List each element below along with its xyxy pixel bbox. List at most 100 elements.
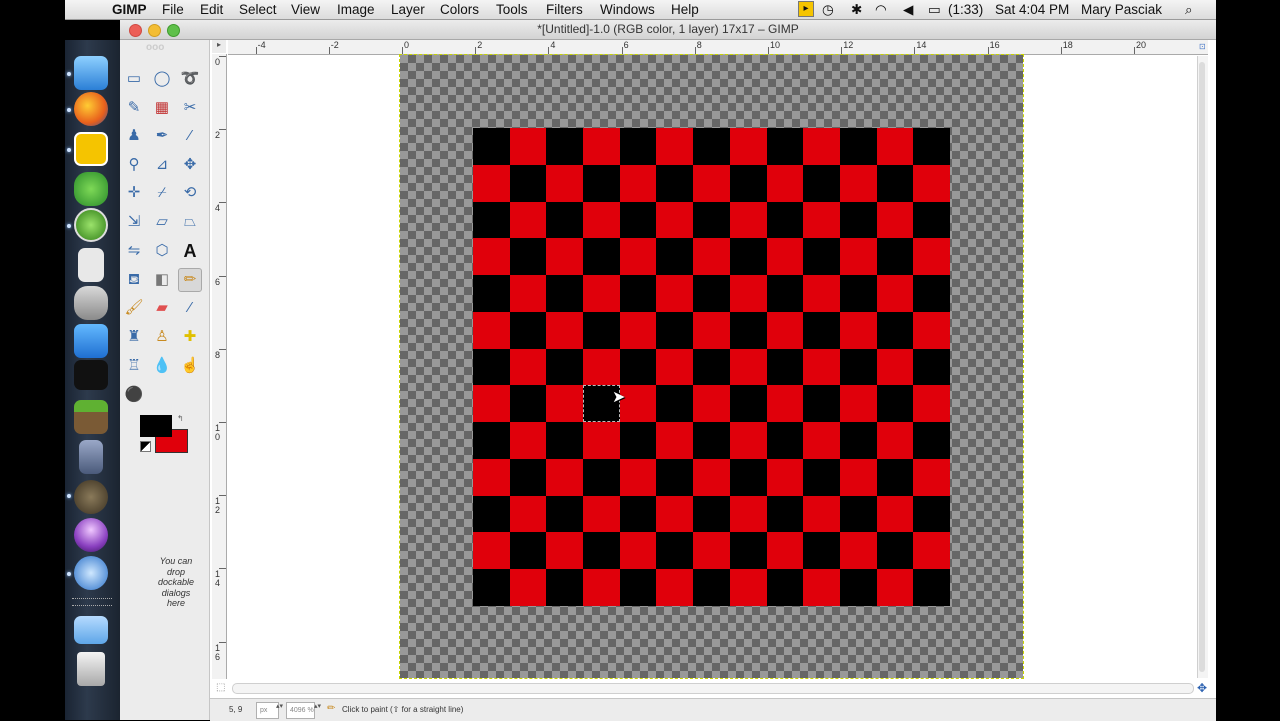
board-cell[interactable] <box>473 385 510 423</box>
board-cell[interactable] <box>583 238 621 276</box>
board-cell[interactable] <box>766 422 804 460</box>
volume-icon[interactable]: ◀ <box>903 2 913 18</box>
board-cell[interactable] <box>729 495 767 533</box>
board-cell[interactable] <box>876 348 914 386</box>
board-cell[interactable] <box>766 275 804 313</box>
battery-icon[interactable]: ▭ <box>928 2 941 18</box>
board-cell[interactable] <box>839 458 877 496</box>
foreground-select-icon[interactable]: ♟ <box>123 125 145 147</box>
board-cell[interactable] <box>619 201 657 239</box>
board-cell[interactable] <box>546 348 584 386</box>
board-cell[interactable] <box>619 164 657 202</box>
checkerboard-image[interactable] <box>473 128 951 607</box>
amazon-mp3-icon[interactable] <box>74 360 108 390</box>
menu-file[interactable]: File <box>162 2 184 17</box>
board-cell[interactable] <box>839 128 877 165</box>
board-cell[interactable] <box>509 275 547 313</box>
database-icon[interactable] <box>74 286 108 320</box>
board-cell[interactable] <box>913 311 951 349</box>
board-cell[interactable] <box>473 569 510 607</box>
board-cell[interactable] <box>619 532 657 570</box>
board-cell[interactable] <box>803 532 841 570</box>
board-cell[interactable] <box>803 164 841 202</box>
board-cell[interactable] <box>546 422 584 460</box>
text-tool-icon[interactable]: A <box>179 240 201 262</box>
board-cell[interactable] <box>656 385 694 423</box>
board-cell[interactable] <box>839 164 877 202</box>
board-cell[interactable] <box>839 422 877 460</box>
board-cell[interactable] <box>509 238 547 276</box>
board-cell[interactable] <box>583 128 621 165</box>
board-cell[interactable] <box>619 238 657 276</box>
move-icon[interactable]: ✥ <box>179 154 201 176</box>
board-cell[interactable] <box>546 311 584 349</box>
board-cell[interactable] <box>839 532 877 570</box>
board-cell[interactable] <box>766 495 804 533</box>
board-cell[interactable] <box>583 495 621 533</box>
board-cell[interactable] <box>803 128 841 165</box>
board-cell[interactable] <box>583 569 621 607</box>
menu-edit[interactable]: Edit <box>200 2 223 17</box>
board-cell[interactable] <box>656 569 694 607</box>
board-cell[interactable] <box>583 532 621 570</box>
gimp-dock-icon[interactable] <box>74 480 108 514</box>
bluetooth-icon[interactable]: ✱ <box>851 2 862 18</box>
menu-layer[interactable]: Layer <box>391 2 425 17</box>
board-cell[interactable] <box>729 348 767 386</box>
board-cell[interactable] <box>656 422 694 460</box>
board-cell[interactable] <box>619 422 657 460</box>
board-cell[interactable] <box>766 238 804 276</box>
board-cell[interactable] <box>619 128 657 165</box>
vertical-scroll-thumb[interactable] <box>1199 62 1205 672</box>
board-cell[interactable] <box>473 458 510 496</box>
clock[interactable]: Sat 4:04 PM <box>995 2 1069 17</box>
board-cell[interactable] <box>729 164 767 202</box>
color-picker-icon[interactable]: ⁄ <box>179 125 201 147</box>
quicktime-icon[interactable] <box>74 556 108 590</box>
board-cell[interactable] <box>656 275 694 313</box>
zoom-icon[interactable]: ⚲ <box>123 154 145 176</box>
board-cell[interactable] <box>473 128 510 165</box>
board-cell[interactable] <box>766 348 804 386</box>
horizontal-scrollbar[interactable] <box>232 683 1194 694</box>
board-cell[interactable] <box>509 348 547 386</box>
board-cell[interactable] <box>473 348 510 386</box>
scale-icon[interactable]: ⇲ <box>123 211 145 233</box>
board-cell[interactable] <box>546 532 584 570</box>
board-cell[interactable] <box>619 275 657 313</box>
board-cell[interactable] <box>766 532 804 570</box>
board-cell[interactable] <box>583 422 621 460</box>
board-cell[interactable] <box>693 458 731 496</box>
board-cell[interactable] <box>656 238 694 276</box>
board-cell[interactable] <box>583 458 621 496</box>
board-cell[interactable] <box>876 275 914 313</box>
finder-icon[interactable] <box>74 56 108 90</box>
board-cell[interactable] <box>509 164 547 202</box>
board-cell[interactable] <box>693 311 731 349</box>
color-select-icon[interactable]: ▦ <box>151 97 173 119</box>
navigate-icon[interactable]: ✥ <box>1197 681 1207 695</box>
fuzzy-select-icon[interactable]: ✎ <box>123 97 145 119</box>
board-cell[interactable] <box>876 495 914 533</box>
board-cell[interactable] <box>546 569 584 607</box>
horizontal-ruler[interactable]: -4 -2 0 2 4 6 8 10 12 14 16 18 20 <box>228 40 1208 55</box>
heal-icon[interactable]: ✚ <box>179 326 201 348</box>
board-cell[interactable] <box>656 458 694 496</box>
measure-icon[interactable]: ⊿ <box>151 154 173 176</box>
board-cell[interactable] <box>876 458 914 496</box>
board-cell[interactable] <box>876 569 914 607</box>
board-cell[interactable] <box>619 495 657 533</box>
board-cell[interactable] <box>729 569 767 607</box>
board-cell[interactable] <box>803 311 841 349</box>
free-select-icon[interactable]: ➰ <box>179 68 201 90</box>
align-icon[interactable]: ✛ <box>123 182 145 204</box>
menu-help[interactable]: Help <box>671 2 699 17</box>
board-cell[interactable] <box>509 311 547 349</box>
board-cell[interactable] <box>729 532 767 570</box>
board-cell[interactable] <box>913 495 951 533</box>
board-cell[interactable] <box>656 495 694 533</box>
board-cell[interactable] <box>839 238 877 276</box>
minecraft-icon[interactable] <box>74 400 108 434</box>
board-cell[interactable] <box>876 422 914 460</box>
board-cell[interactable] <box>803 569 841 607</box>
